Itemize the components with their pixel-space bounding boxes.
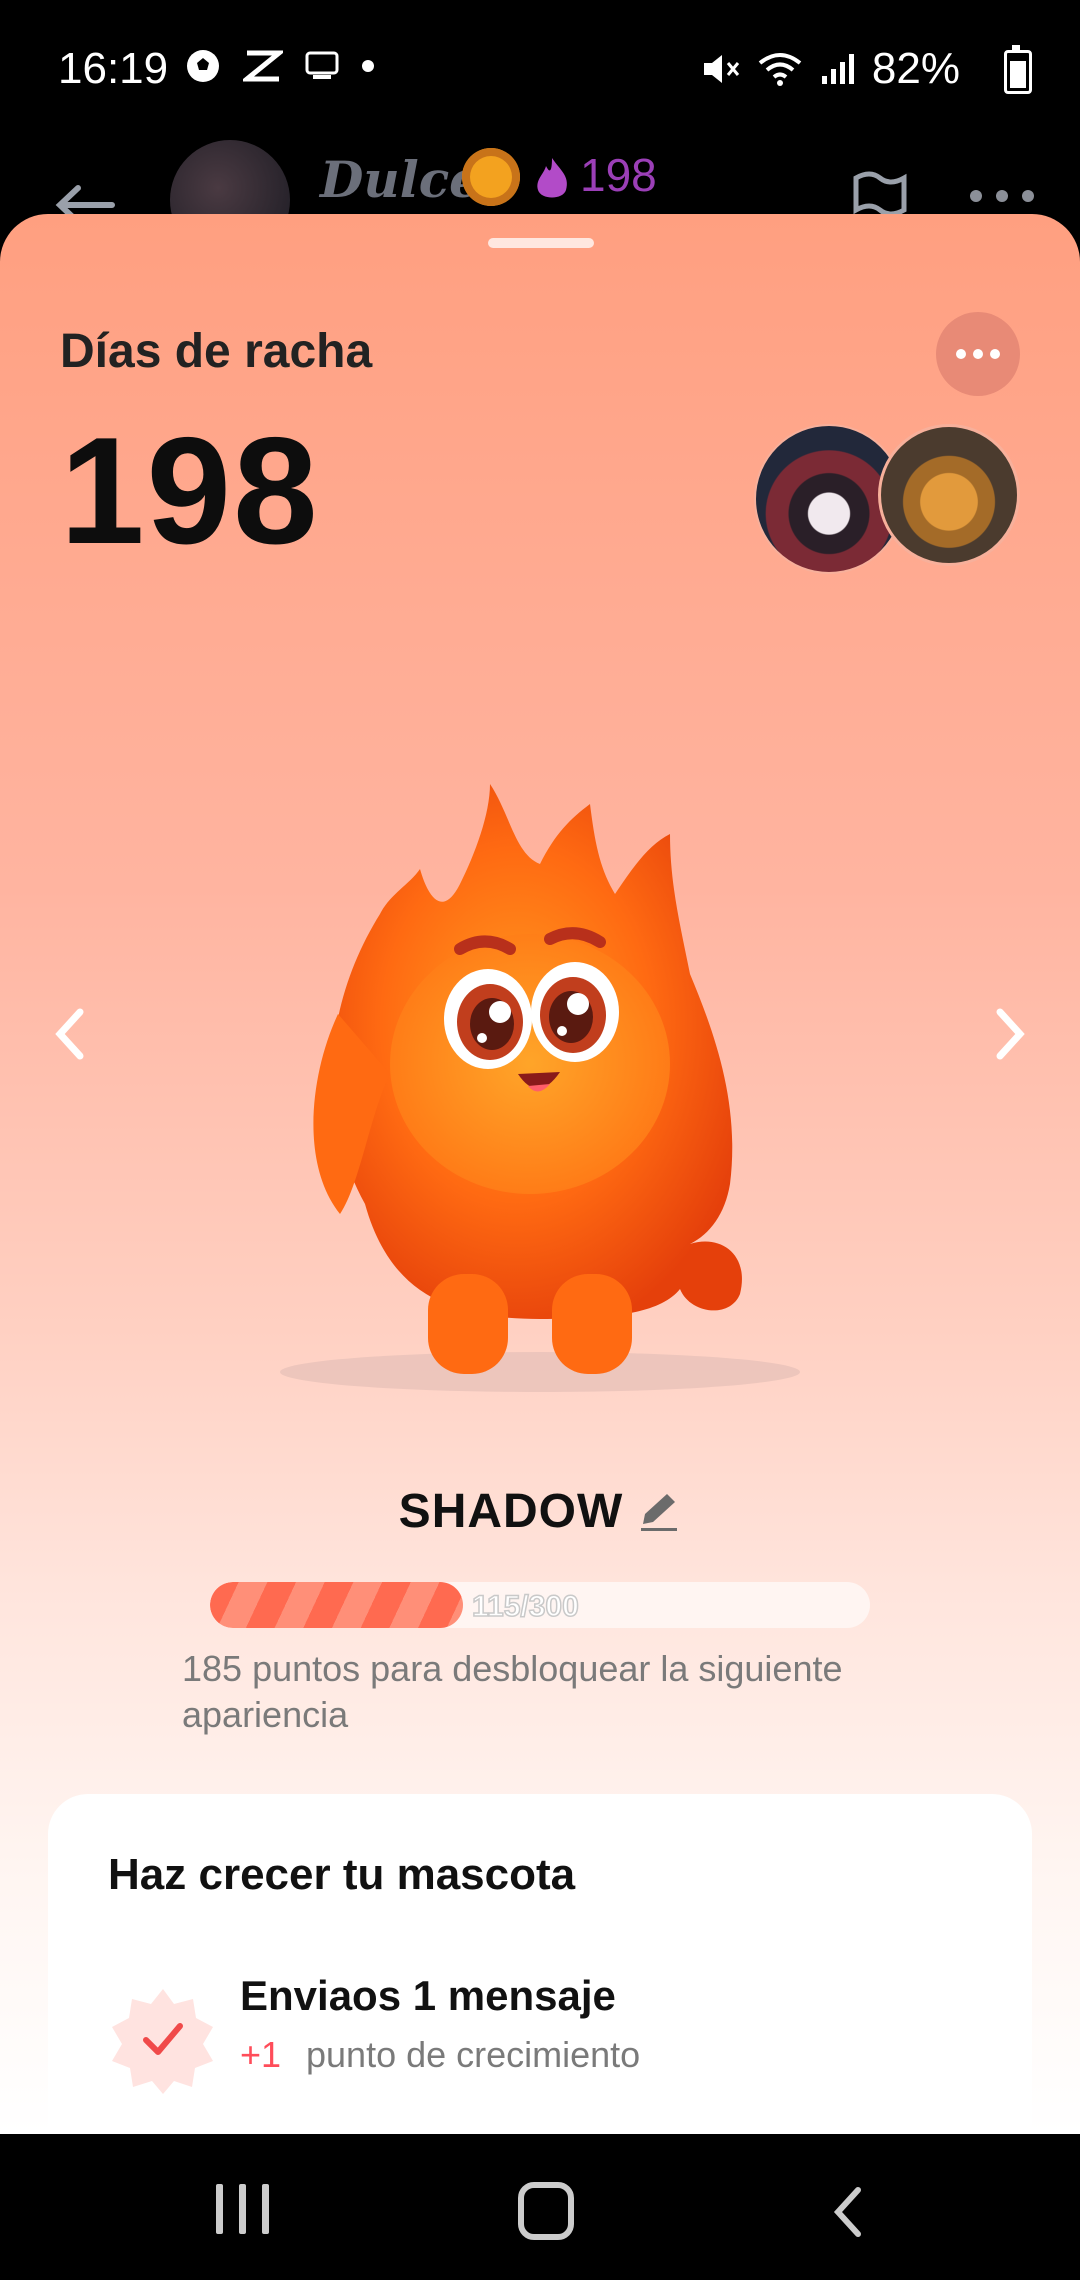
- status-time: 16:19: [58, 44, 169, 93]
- system-navigation-bar: [0, 2136, 1080, 2280]
- chat-name[interactable]: Dulce: [320, 150, 481, 209]
- mute-icon: [703, 55, 740, 83]
- pet-flame-mascot[interactable]: [270, 774, 830, 1394]
- progress-fill: [210, 1582, 463, 1628]
- system-back-button[interactable]: [828, 2184, 868, 2240]
- growth-progress-bar: 115/300: [210, 1582, 870, 1628]
- avatar: [878, 424, 1020, 566]
- task-points: +1: [240, 2034, 282, 2075]
- growth-card: Haz crecer tu mascota Enviaos 1 mensaje …: [48, 1794, 1032, 2134]
- status-left-icons: [185, 48, 375, 84]
- sheet-options-button[interactable]: [936, 312, 1020, 396]
- ftp-icon: [305, 51, 339, 79]
- progress-text: 115/300: [471, 1589, 579, 1624]
- status-right-icons: 82%: [700, 44, 960, 94]
- task-title: Enviaos 1 mensaje: [240, 1972, 616, 2019]
- chat-streak-count: 198: [580, 149, 657, 201]
- edit-pencil-icon[interactable]: [637, 1490, 681, 1534]
- soccer-ball-icon: [187, 50, 219, 82]
- check-badge-icon: [112, 1989, 213, 2094]
- wifi-icon: [758, 53, 802, 86]
- more-options-icon[interactable]: [970, 190, 1034, 202]
- chevron-left-icon[interactable]: [50, 1004, 90, 1064]
- chevron-right-icon[interactable]: [990, 1004, 1030, 1064]
- signal-icon: [821, 54, 854, 84]
- participant-avatars: [754, 424, 1020, 574]
- recent-apps-button[interactable]: [216, 2184, 269, 2234]
- battery-percent: 82%: [871, 44, 960, 93]
- sheet-grabber[interactable]: [488, 238, 594, 248]
- capcut-icon: [243, 50, 283, 82]
- pet-name: SHADOW: [398, 1485, 624, 1538]
- streak-days-value: 198: [60, 406, 320, 576]
- unlock-message: 185 puntos para desbloquear la siguiente…: [182, 1648, 843, 1735]
- status-bar: 16:19 82%: [0, 0, 1080, 140]
- home-button[interactable]: [518, 2182, 574, 2240]
- lion-icon: [462, 148, 520, 206]
- flame-icon: [537, 158, 567, 198]
- pet-name-row: SHADOW: [0, 1484, 1080, 1539]
- task-description: punto de crecimiento: [306, 2034, 641, 2075]
- streak-title: Días de racha: [60, 325, 373, 378]
- dot-icon: [362, 60, 374, 72]
- streak-sheet: Días de racha 198 SHADOW 115/300 185 pun…: [0, 214, 1080, 2134]
- growth-card-title: Haz crecer tu mascota: [108, 1850, 576, 1899]
- battery-charging-icon: [1004, 45, 1032, 94]
